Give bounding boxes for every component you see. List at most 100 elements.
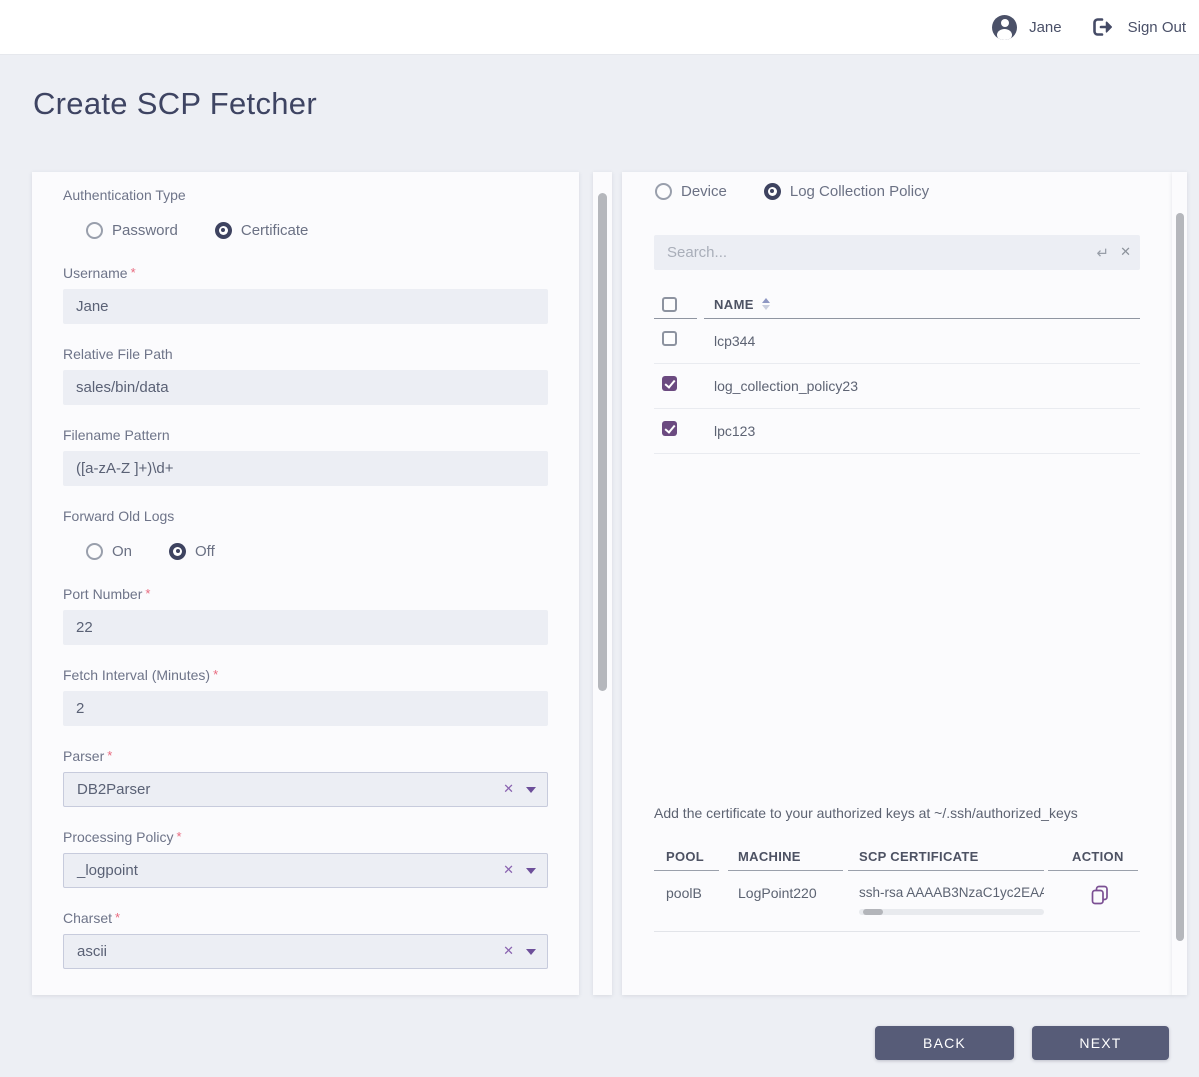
target-mode-options: Device Log Collection Policy [655, 182, 1172, 200]
radio-selected-icon[interactable] [763, 182, 781, 200]
search-input[interactable] [654, 235, 1140, 270]
radio-password-label: Password [112, 221, 178, 239]
row-name: log_collection_policy23 [714, 378, 858, 394]
next-button[interactable]: NEXT [1032, 1026, 1169, 1060]
pool-column-header: POOL [654, 849, 719, 871]
user-name: Jane [1029, 18, 1062, 36]
row-checkbox-checked[interactable] [662, 376, 677, 391]
clear-search-icon[interactable]: ✕ [1120, 245, 1131, 260]
processing-policy-group: Processing Policy * _logpoint ✕ [63, 829, 548, 888]
right-panel-scrollbar-track[interactable] [1172, 172, 1187, 995]
radio-password[interactable]: Password [86, 221, 178, 239]
radio-off[interactable]: Off [169, 542, 215, 560]
charset-label: Charset * [63, 910, 548, 928]
forward-old-logs-options: On Off [86, 542, 548, 560]
fetch-interval-label-text: Fetch Interval (Minutes) [63, 667, 211, 683]
left-form-card: Authentication Type Password Certificate… [32, 172, 579, 995]
radio-certificate-label: Certificate [240, 221, 309, 239]
parser-select[interactable]: DB2Parser ✕ [63, 772, 548, 807]
row-checkbox-checked[interactable] [662, 421, 677, 436]
filename-pattern-group: Filename Pattern [63, 427, 548, 486]
filename-pattern-field[interactable] [63, 451, 548, 486]
port-number-field[interactable] [63, 610, 548, 645]
action-cell [1048, 885, 1138, 908]
port-number-label: Port Number * [63, 586, 548, 604]
radio-off-label: Off [195, 542, 215, 560]
machine-column-header: MACHINE [728, 849, 843, 871]
required-marker: * [145, 586, 151, 601]
sort-icon[interactable] [761, 298, 770, 310]
sign-out-button[interactable]: Sign Out [1092, 17, 1186, 37]
name-column-header[interactable]: NAME [714, 297, 754, 312]
processing-policy-label-text: Processing Policy [63, 829, 174, 845]
clear-selection-icon[interactable]: ✕ [503, 863, 514, 878]
certificate-cell: ssh-rsa AAAAB3NzaC1yc2EAAAAD [848, 885, 1044, 915]
certificate-scrollbar-thumb[interactable] [863, 909, 883, 915]
certificate-column-header: SCP CERTIFICATE [848, 849, 1044, 871]
radio-unselected-icon[interactable] [86, 221, 103, 239]
relative-file-path-group: Relative File Path [63, 346, 548, 405]
forward-old-logs-label: Forward Old Logs [63, 508, 175, 524]
left-panel-scrollbar-thumb[interactable] [598, 193, 607, 691]
radio-device[interactable]: Device [655, 182, 727, 200]
row-checkbox-cell [654, 331, 704, 351]
table-row[interactable]: log_collection_policy23 [654, 364, 1140, 409]
select-all-cell [654, 290, 697, 319]
table-row[interactable]: lpc123 [654, 409, 1140, 454]
chevron-down-icon[interactable] [526, 867, 536, 874]
sign-out-label[interactable]: Sign Out [1128, 19, 1186, 36]
radio-on-label: On [112, 542, 133, 560]
row-checkbox-unchecked[interactable] [662, 331, 677, 346]
required-marker: * [130, 265, 136, 280]
radio-unselected-icon[interactable] [86, 542, 103, 560]
clear-selection-icon[interactable]: ✕ [503, 782, 514, 797]
radio-unselected-icon[interactable] [655, 182, 672, 200]
certificate-table-row: poolB LogPoint220 ssh-rsa AAAAB3NzaC1yc2… [654, 871, 1140, 932]
certificate-scrollbar-track[interactable] [859, 909, 1044, 915]
policy-table-header: NAME [654, 290, 1140, 319]
sign-out-icon [1092, 18, 1112, 36]
username-field[interactable] [63, 289, 548, 324]
name-header-cell[interactable]: NAME [704, 290, 1140, 319]
forward-old-logs-group: Forward Old Logs On Off [63, 508, 548, 560]
copy-certificate-button[interactable] [1091, 885, 1109, 908]
policy-table: NAME lcp344 log_collection_policy23 lpc1… [654, 290, 1140, 454]
chevron-down-icon[interactable] [526, 786, 536, 793]
radio-certificate[interactable]: Certificate [214, 221, 309, 239]
chevron-down-icon[interactable] [526, 948, 536, 955]
enter-icon[interactable]: ↵ [1097, 244, 1110, 262]
port-number-label-text: Port Number [63, 586, 143, 602]
radio-log-collection-policy[interactable]: Log Collection Policy [763, 182, 930, 200]
table-row[interactable]: lcp344 [654, 319, 1140, 364]
parser-selected-value: DB2Parser [77, 781, 151, 798]
radio-selected-icon[interactable] [214, 221, 232, 239]
authentication-type-group: Authentication Type Password Certificate [63, 187, 548, 239]
left-panel-scrollbar-track[interactable] [593, 172, 612, 995]
processing-policy-label: Processing Policy * [63, 829, 548, 847]
row-checkbox-cell [654, 376, 704, 396]
back-button[interactable]: BACK [875, 1026, 1014, 1060]
username-label-text: Username [63, 265, 128, 281]
fetch-interval-field[interactable] [63, 691, 548, 726]
charset-select[interactable]: ascii ✕ [63, 934, 548, 969]
search-icons: ↵ ✕ [1097, 235, 1131, 270]
machine-cell: LogPoint220 [738, 885, 817, 901]
page-title: Create SCP Fetcher [33, 86, 317, 121]
certificate-table-header: POOL MACHINE SCP CERTIFICATE ACTION [654, 849, 1140, 871]
row-name: lcp344 [714, 333, 756, 349]
select-all-checkbox[interactable] [662, 296, 677, 312]
radio-device-label: Device [681, 182, 727, 200]
required-marker: * [213, 667, 219, 682]
row-name: lpc123 [714, 423, 756, 439]
clear-selection-icon[interactable]: ✕ [503, 944, 514, 959]
user-avatar-icon [992, 14, 1018, 40]
charset-group: Charset * ascii ✕ [63, 910, 548, 969]
radio-on[interactable]: On [86, 542, 133, 560]
right-selection-card: Device Log Collection Policy ↵ ✕ NAME [622, 172, 1172, 995]
processing-policy-select[interactable]: _logpoint ✕ [63, 853, 548, 888]
radio-selected-icon[interactable] [169, 542, 187, 560]
right-panel-scrollbar-thumb[interactable] [1176, 213, 1184, 941]
radio-log-collection-policy-label: Log Collection Policy [789, 182, 930, 200]
relative-file-path-field[interactable] [63, 370, 548, 405]
copy-icon [1091, 885, 1108, 905]
